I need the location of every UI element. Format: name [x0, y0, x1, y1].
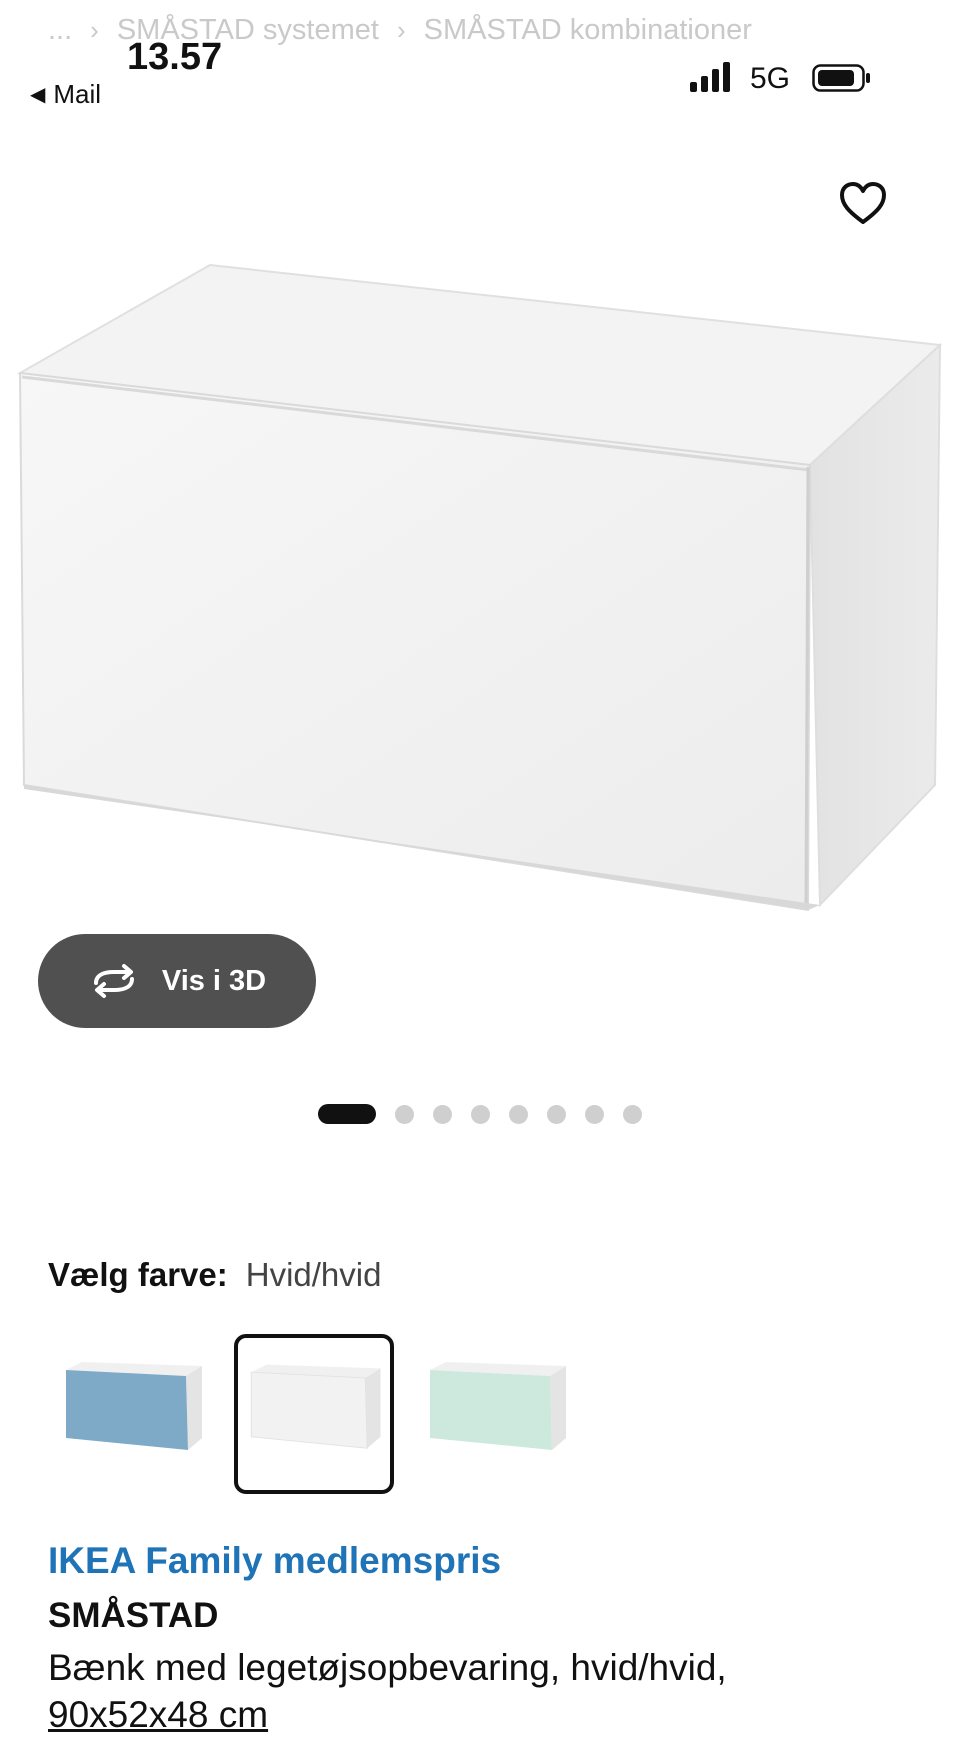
carousel-dot[interactable]: [318, 1104, 376, 1124]
chevron-right-icon: ›: [396, 14, 406, 45]
swatch-front: [430, 1370, 552, 1450]
breadcrumb-item-combinations[interactable]: SMÅSTAD kombinationer: [424, 14, 752, 47]
carousel-dots: [318, 1104, 642, 1124]
back-to-mail-button[interactable]: ◀ Mail: [30, 79, 101, 110]
color-label: Vælg farve:: [48, 1256, 228, 1293]
product-image[interactable]: [0, 115, 960, 935]
color-swatch-blue[interactable]: [52, 1334, 212, 1494]
product-description: Bænk med legetøjsopbevaring, hvid/hvid,: [48, 1647, 727, 1688]
back-label: Mail: [53, 79, 102, 109]
family-price-label: IKEA Family medlemspris: [48, 1540, 502, 1581]
carousel-dot[interactable]: [547, 1104, 566, 1124]
network-type: 5G: [750, 62, 791, 95]
carousel-dot[interactable]: [585, 1104, 604, 1124]
view-in-3d-button[interactable]: Vis i 3D: [38, 934, 316, 1028]
selected-color-value: Hvid/hvid: [245, 1256, 382, 1293]
breadcrumb-ellipsis[interactable]: ...: [48, 14, 72, 47]
carousel-dot[interactable]: [471, 1104, 490, 1124]
carousel-dot[interactable]: [509, 1104, 528, 1124]
chevron-right-icon: ›: [90, 14, 99, 45]
color-swatch-mint[interactable]: [416, 1334, 576, 1494]
swatch-front: [250, 1371, 368, 1449]
carousel-dot[interactable]: [433, 1104, 452, 1124]
product-name: SMÅSTAD: [48, 1596, 219, 1635]
signal-bars-icon: [690, 60, 730, 92]
view-in-3d-label: Vis i 3D: [161, 964, 267, 997]
product-dimensions-link[interactable]: 90x52x48 cm: [48, 1694, 268, 1736]
swatch-image: [66, 1362, 202, 1450]
rotate-3d-icon: [93, 964, 134, 998]
back-triangle-icon: ◀: [30, 84, 46, 106]
color-selector-heading: Vælg farve: Hvid/hvid: [48, 1256, 381, 1294]
swatch-image: [250, 1364, 381, 1449]
color-swatch-white[interactable]: [234, 1334, 394, 1494]
battery-icon: [812, 64, 872, 92]
swatch-front: [66, 1370, 188, 1450]
carousel-dot[interactable]: [395, 1104, 414, 1124]
status-time: 13.57: [127, 36, 223, 78]
swatch-image: [430, 1362, 566, 1450]
carousel-dot[interactable]: [623, 1104, 642, 1124]
heart-outline-icon[interactable]: [838, 180, 888, 226]
